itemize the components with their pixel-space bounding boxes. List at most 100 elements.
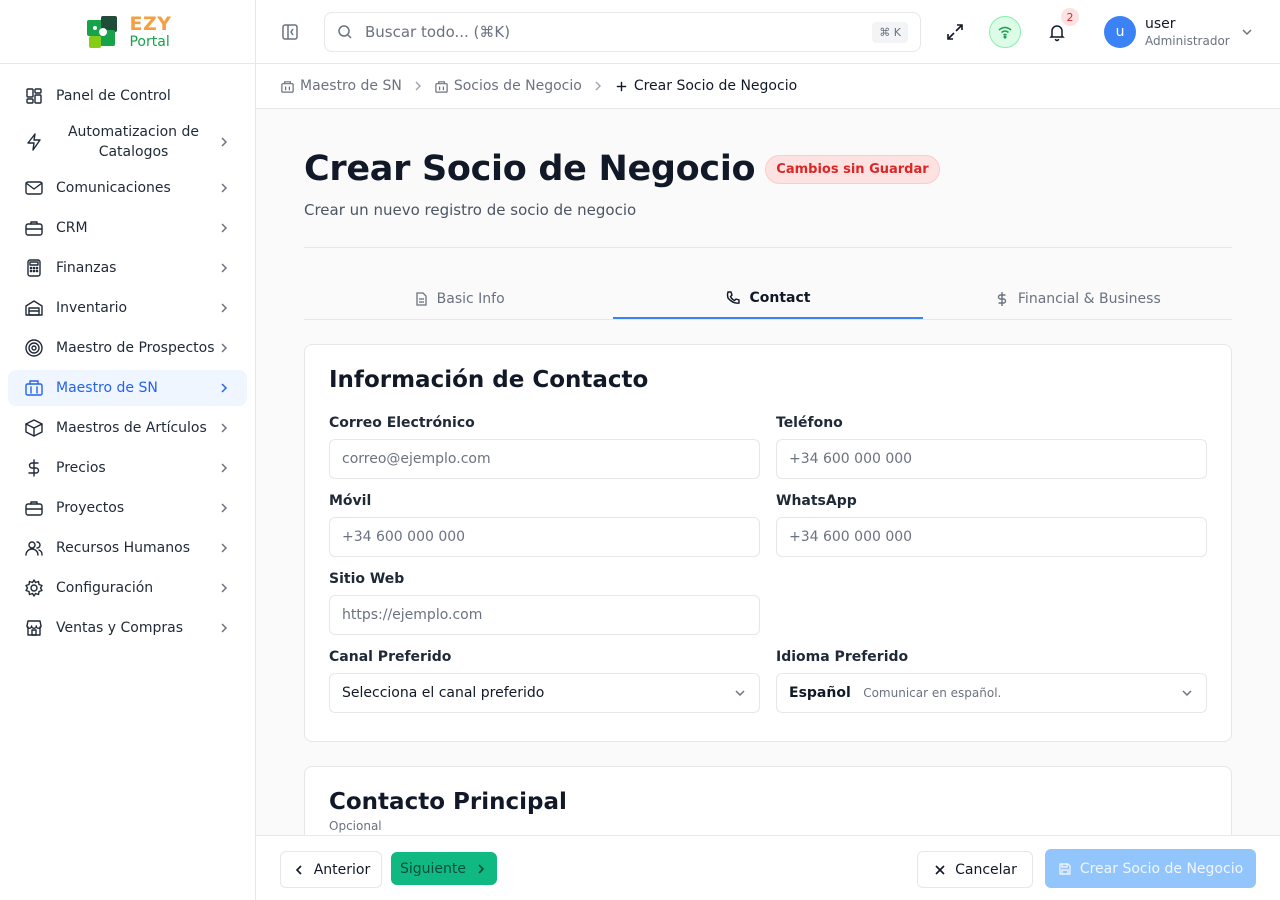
whatsapp-field[interactable] [776,517,1207,557]
chevron-right-icon [221,137,228,147]
document-icon [416,292,427,306]
briefcase-icon [25,221,43,236]
lightning-icon [27,133,41,151]
phone-icon [727,291,741,304]
form-tabs: Basic Info Contact Financial & Business [304,279,1232,320]
sidebar-item-configuracion[interactable]: Configuración [8,570,247,606]
mobile-field[interactable] [329,517,760,557]
search-icon [338,25,352,39]
sidebar: EZY Portal Panel de Control Automatizacio… [0,0,256,900]
fullscreen-icon[interactable] [939,16,971,48]
card-title: Contacto Principal [329,789,567,815]
brand-logo[interactable]: EZY Portal [0,0,255,64]
sidebar-item-panel-de-control[interactable]: Panel de Control [8,78,247,114]
sidebar-item-label: Recursos Humanos [56,540,190,556]
sidebar-item-crm[interactable]: CRM [8,210,247,246]
sidebar-item-maestros-de-articulos[interactable]: Maestros de Artículos [8,410,247,446]
connection-status-icon[interactable] [989,16,1021,48]
previous-button[interactable]: Anterior [280,851,382,888]
sidebar-item-label: Precios [56,460,106,476]
website-label: Sitio Web [329,571,405,587]
whatsapp-label: WhatsApp [776,493,857,509]
calculator-icon [27,259,41,277]
phone-field[interactable] [776,439,1207,479]
save-icon [1059,862,1071,875]
sidebar-item-finanzas[interactable]: Finanzas [8,250,247,286]
sidebar-item-inventario[interactable]: Inventario [8,290,247,326]
chevron-right-icon [221,223,228,233]
card-subtitle: Opcional [329,819,382,833]
chevron-right-icon [478,863,485,874]
phone-label: Teléfono [776,415,843,431]
briefcase-icon [25,501,43,516]
sidebar-item-label: Maestro de Prospectos [56,340,215,356]
chevron-right-icon [221,503,228,513]
sidebar-item-maestro-de-prospectos[interactable]: Maestro de Prospectos [8,330,247,366]
puzzle-logo-icon [83,12,123,52]
chevron-left-icon [295,864,302,875]
bell-icon [1049,25,1065,42]
box-icon [25,419,43,437]
next-button[interactable]: Siguiente [391,852,497,885]
sidebar-item-label: Configuración [56,580,154,596]
tab-contact[interactable]: Contact [613,279,923,319]
chevron-right-icon [221,343,228,353]
warehouse-icon [25,300,43,316]
chevron-right-icon [221,583,228,593]
sidebar-item-label: CRM [56,220,88,236]
tab-financial[interactable]: Financial & Business [923,279,1232,319]
chevron-right-icon [595,81,601,91]
page-title: Crear Socio de Negocio [304,149,756,189]
cancel-button[interactable]: Cancelar [917,851,1033,888]
chevron-down-icon [1182,690,1192,697]
sidebar-item-precios[interactable]: Precios [8,450,247,486]
email-field[interactable] [329,439,760,479]
sidebar-item-automatizacion-de-catalogos[interactable]: Automatizacion de Catalogos [8,118,247,166]
breadcrumb: Maestro de SN Socios de Negocio Crear So… [256,64,1280,109]
building-icon [281,80,294,93]
tab-basic-info[interactable]: Basic Info [304,279,613,319]
preferred-language-select[interactable]: Español Comunicar en español. [776,673,1207,713]
breadcrumb-item-current: Crear Socio de Negocio [614,78,797,94]
global-search[interactable]: ⌘ K [324,12,921,52]
avatar: u [1104,16,1136,48]
target-icon [25,339,43,357]
breadcrumb-item-maestro-sn[interactable]: Maestro de SN [280,78,402,94]
sidebar-item-proyectos[interactable]: Proyectos [8,490,247,526]
brand-line2: Portal [129,33,170,50]
breadcrumb-item-socios[interactable]: Socios de Negocio [434,78,582,94]
preferred-channel-select[interactable]: Selecciona el canal preferido [329,673,760,713]
notifications-button[interactable]: 2 [1041,8,1079,48]
sidebar-toggle-icon[interactable] [280,22,300,42]
plus-icon [616,81,627,91]
sidebar-item-label: Automatizacion de Catalogos [67,124,199,160]
chevron-right-icon [221,463,228,473]
brand-line1: EZY [129,12,172,35]
sidebar-item-recursos-humanos[interactable]: Recursos Humanos [8,530,247,566]
close-icon [935,864,945,875]
sidebar-item-maestro-de-sn[interactable]: Maestro de SN [8,370,247,406]
channel-label: Canal Preferido [329,649,452,665]
chevron-right-icon [221,183,228,193]
status-badge: Cambios sin Guardar [765,154,940,184]
chevron-down-icon [735,690,745,697]
user-menu[interactable]: u user Administrador [1104,16,1254,48]
gear-icon [25,579,43,597]
building-icon [435,80,448,93]
sidebar-item-ventas-y-compras[interactable]: Ventas y Compras [8,610,247,646]
page-subtitle: Crear un nuevo registro de socio de nego… [304,201,637,219]
sidebar-item-comunicaciones[interactable]: Comunicaciones [8,170,247,206]
notification-count-badge: 2 [1061,8,1079,26]
sidebar-item-label: Maestros de Artículos [56,420,207,436]
dashboard-icon [26,88,42,104]
select-value: Español [789,685,851,701]
building-icon [25,380,43,396]
create-partner-button[interactable]: Crear Socio de Negocio [1045,849,1256,888]
chevron-right-icon [221,303,228,313]
dollar-icon [28,459,40,477]
website-field[interactable] [329,595,760,635]
sidebar-item-label: Inventario [56,300,128,316]
search-input[interactable] [365,23,873,41]
email-label: Correo Electrónico [329,415,475,431]
dollar-icon [997,292,1007,306]
